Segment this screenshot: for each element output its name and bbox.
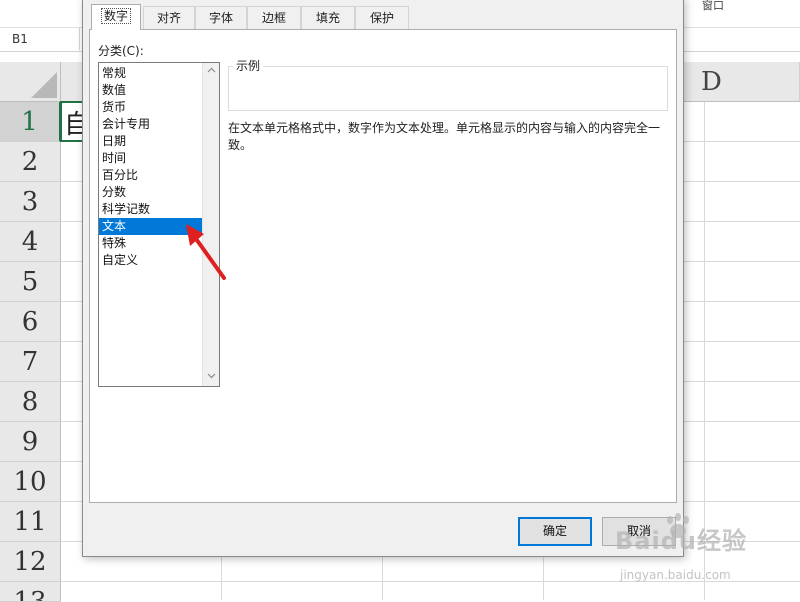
watermark-url: jingyan.baidu.com — [620, 568, 731, 582]
sample-label: 示例 — [233, 57, 264, 74]
category-item[interactable]: 货币 — [99, 99, 202, 116]
tab-alignment[interactable]: 对齐 — [143, 6, 195, 29]
number-tab-panel: 分类(C): 常规 数值 货币 会计专用 日期 时间 百分比 分数 科学记数 文… — [89, 29, 677, 503]
category-item[interactable]: 日期 — [99, 133, 202, 150]
row-header[interactable]: 4 — [0, 222, 61, 262]
ribbon-window-label[interactable]: 窗口 — [702, 0, 724, 13]
format-description: 在文本单元格格式中，数字作为文本处理。单元格显示的内容与输入的内容完全一致。 — [228, 121, 661, 152]
scroll-down-icon[interactable] — [203, 369, 219, 386]
tab-number[interactable]: 数字 — [91, 4, 141, 30]
format-cells-dialog: 数字 对齐 字体 边框 填充 保护 分类(C): 常规 数值 货币 会计专用 日… — [82, 0, 684, 557]
tab-font[interactable]: 字体 — [195, 6, 247, 29]
row-headers: 1 2 3 4 5 6 7 8 9 10 11 12 13 — [0, 102, 61, 602]
ok-button[interactable]: 确定 — [518, 517, 592, 546]
tab-number-label: 数字 — [100, 8, 131, 24]
row-header[interactable]: 12 — [0, 542, 61, 582]
tab-fill[interactable]: 填充 — [301, 6, 355, 29]
red-arrow-annotation-icon — [186, 224, 226, 280]
select-all-corner[interactable] — [0, 62, 61, 102]
category-item[interactable]: 分数 — [99, 184, 202, 201]
name-box[interactable]: B1 — [0, 28, 80, 50]
row-header[interactable]: 1 — [0, 102, 61, 142]
category-item[interactable]: 数值 — [99, 82, 202, 99]
row-header[interactable]: 9 — [0, 422, 61, 462]
row-header[interactable]: 2 — [0, 142, 61, 182]
row-header[interactable]: 13 — [0, 582, 61, 602]
sample-group: 示例 — [228, 57, 668, 111]
row-header[interactable]: 10 — [0, 462, 61, 502]
watermark-brand: Baidu经验 — [615, 527, 747, 555]
row-header[interactable]: 11 — [0, 502, 61, 542]
category-label: 分类(C): — [98, 44, 144, 58]
category-item[interactable]: 百分比 — [99, 167, 202, 184]
scroll-up-icon[interactable] — [203, 63, 219, 80]
row-header[interactable]: 8 — [0, 382, 61, 422]
row-header[interactable]: 3 — [0, 182, 61, 222]
row-header[interactable]: 7 — [0, 342, 61, 382]
category-item[interactable]: 时间 — [99, 150, 202, 167]
category-item[interactable]: 常规 — [99, 65, 202, 82]
category-item[interactable]: 科学记数 — [99, 201, 202, 218]
row-header[interactable]: 5 — [0, 262, 61, 302]
tab-protection[interactable]: 保护 — [355, 6, 409, 29]
column-header-d-label: D — [701, 67, 722, 97]
tab-border[interactable]: 边框 — [247, 6, 301, 29]
category-item[interactable]: 会计专用 — [99, 116, 202, 133]
row-header[interactable]: 6 — [0, 302, 61, 342]
